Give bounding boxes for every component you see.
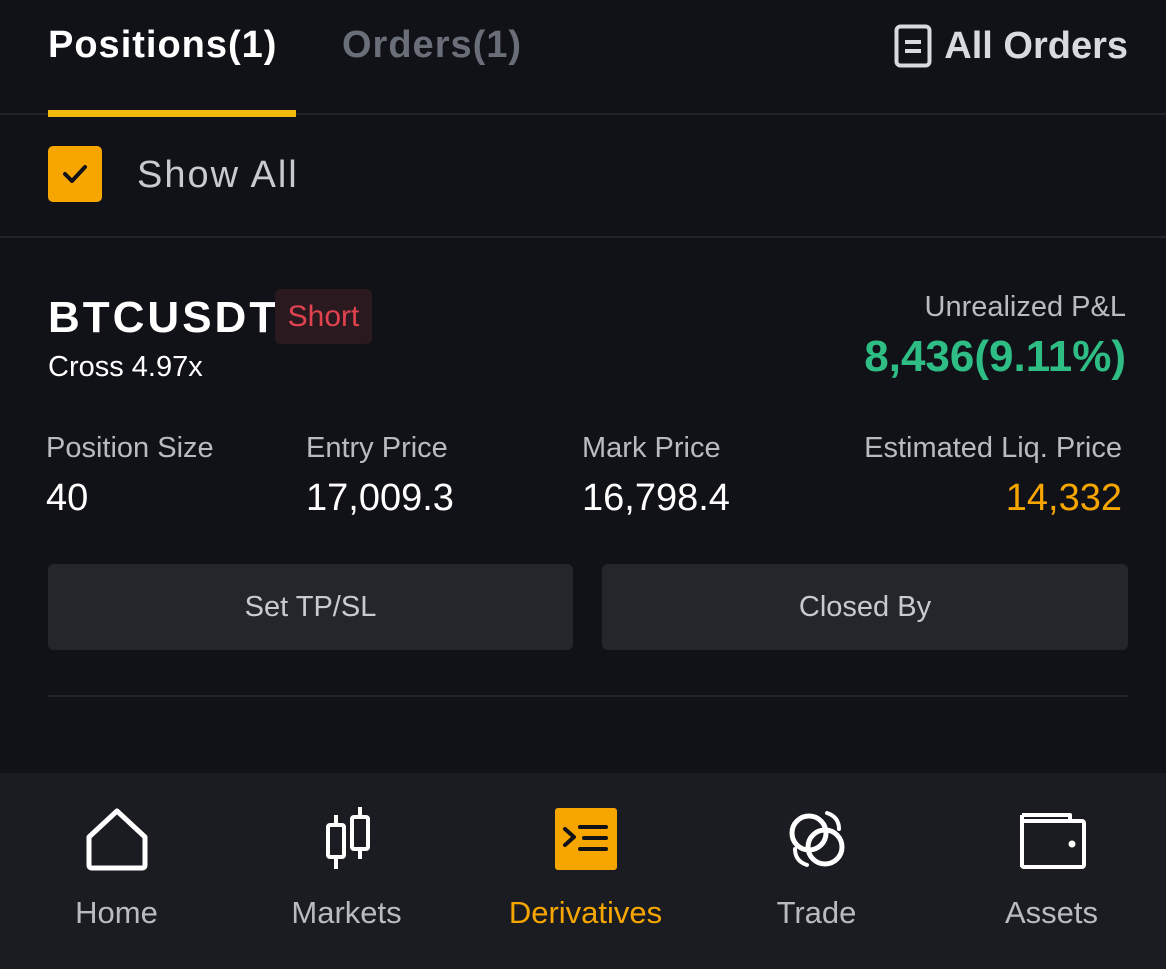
tab-positions[interactable]: Positions(1) (48, 24, 277, 67)
nav-home-label: Home (75, 895, 158, 930)
wallet-icon (1019, 813, 1086, 869)
side-badge: Short (275, 289, 372, 344)
entry-price-value: 17,009.3 (306, 477, 454, 519)
nav-trade[interactable]: Trade (700, 773, 933, 969)
position-size-label: Position Size (46, 432, 214, 464)
position-size-value: 40 (46, 477, 89, 519)
unrealized-pnl-value: 8,436(9.11%) (864, 332, 1126, 381)
unrealized-pnl-label: Unrealized P&L (924, 291, 1127, 323)
tab-bar: Positions(1) Orders(1) All Orders (0, 0, 1166, 117)
nav-derivatives-label: Derivatives (508, 895, 663, 930)
bottom-nav: Home Markets Derivatives Trade Assets (0, 773, 1166, 969)
mark-price-label: Mark Price (582, 432, 721, 464)
show-all-row: Show All (0, 115, 1166, 238)
home-icon (86, 808, 147, 871)
nav-derivatives[interactable]: Derivatives (469, 773, 702, 969)
nav-assets-label: Assets (1004, 895, 1099, 930)
nav-trade-label: Trade (776, 895, 857, 930)
liq-price-value: 14,332 (1005, 477, 1122, 519)
position-symbol[interactable]: BTCUSDT (48, 293, 279, 343)
mark-price-value: 16,798.4 (582, 477, 730, 519)
trade-icon (789, 811, 844, 867)
liq-price-label: Estimated Liq. Price (864, 432, 1122, 464)
positions-screen: Positions(1) Orders(1) All Orders Show A… (0, 0, 1166, 969)
margin-mode-leverage[interactable]: Cross 4.97x (48, 351, 203, 384)
card-divider (48, 695, 1128, 697)
nav-markets[interactable]: Markets (230, 773, 463, 969)
closed-by-button[interactable]: Closed By (602, 564, 1128, 650)
checkmark-icon (63, 165, 87, 183)
document-icon (894, 24, 932, 68)
nav-markets-label: Markets (291, 895, 402, 930)
tab-orders[interactable]: Orders(1) (342, 24, 522, 67)
entry-price-label: Entry Price (306, 432, 448, 464)
show-all-checkbox[interactable] (48, 146, 102, 202)
nav-home[interactable]: Home (0, 773, 233, 969)
set-tpsl-button[interactable]: Set TP/SL (48, 564, 573, 650)
all-orders-label: All Orders (944, 24, 1128, 67)
derivatives-icon (554, 808, 617, 870)
all-orders-button[interactable]: All Orders (894, 24, 1128, 68)
candlestick-icon (325, 807, 370, 869)
show-all-label: Show All (137, 154, 299, 196)
nav-assets[interactable]: Assets (935, 773, 1166, 969)
